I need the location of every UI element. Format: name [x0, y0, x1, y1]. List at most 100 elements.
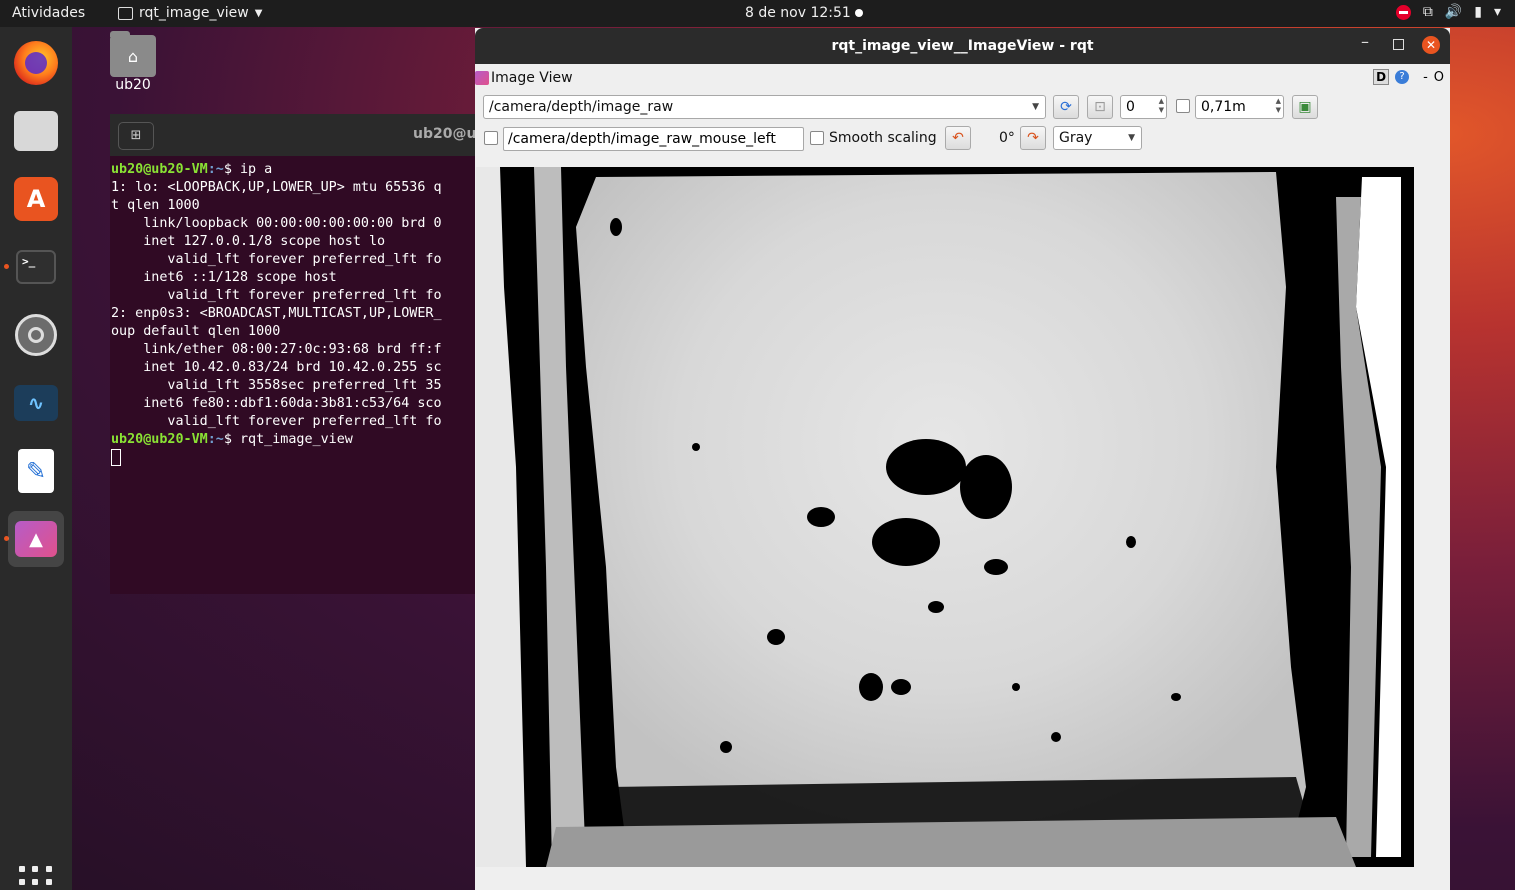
command-text: $ ip a: [223, 162, 273, 177]
output-line: 2: enp0s3: <BROADCAST,MULTICAST,UP,LOWER…: [111, 306, 442, 321]
top-bar: Atividades rqt_image_view ▼ 8 de nov 12:…: [0, 0, 1515, 27]
prompt-user: ub20@ub20-VM: [111, 432, 208, 447]
settings-icon: [15, 314, 57, 356]
output-line: inet 127.0.0.1/8 scope host lo: [111, 234, 386, 249]
system-tray[interactable]: ⧉ 🔊 ▮ ▾: [1395, 4, 1501, 20]
dock-files[interactable]: [8, 103, 64, 159]
app-menu-label: rqt_image_view: [139, 5, 249, 21]
publish-click-checkbox[interactable]: [484, 131, 498, 145]
rqt-window[interactable]: rqt_image_view__ImageView - rqt – ✕ Imag…: [475, 28, 1450, 890]
window-title: rqt_image_view__ImageView - rqt: [831, 38, 1094, 54]
terminal-icon: >_: [16, 250, 56, 284]
home-folder-icon[interactable]: ⌂ ub20: [108, 31, 158, 93]
close-button[interactable]: ✕: [1422, 36, 1440, 54]
mouse-topic-input[interactable]: /camera/depth/image_raw_mouse_left: [503, 127, 804, 151]
output-line: oup default qlen 1000: [111, 324, 281, 339]
plugin-dock-controls: D ? - O: [1373, 69, 1444, 85]
colormap-select[interactable]: Gray ▼: [1053, 126, 1142, 150]
dock-terminal[interactable]: >_: [8, 239, 64, 295]
show-apps-icon[interactable]: [19, 866, 53, 890]
text-editor-icon: ✎: [18, 449, 54, 493]
notification-dot: [855, 9, 863, 17]
depth-image-canvas: [476, 167, 1414, 867]
minimize-plugin-button[interactable]: -: [1423, 70, 1428, 85]
folder-icon: ⌂: [110, 31, 156, 77]
clock[interactable]: 8 de nov 12:51: [745, 5, 851, 21]
rotate-right-button[interactable]: ↷: [1020, 126, 1046, 150]
rotate-right-icon: ↷: [1027, 130, 1039, 146]
max-range-value: 0,71m: [1201, 99, 1246, 115]
output-line: link/loopback 00:00:00:00:00:00 brd 0: [111, 216, 442, 231]
network-icon[interactable]: ⧉: [1423, 4, 1433, 20]
terminal-title: ub20@ub: [413, 126, 476, 142]
dock-text-editor[interactable]: ✎: [8, 443, 64, 499]
output-line: inet6 fe80::dbf1:60da:3b81:c53/64 sco: [111, 396, 442, 411]
maximize-button[interactable]: [1393, 39, 1404, 50]
refresh-topics-button[interactable]: ⟳: [1053, 95, 1079, 119]
app-menu[interactable]: rqt_image_view ▼: [118, 5, 262, 21]
save-image-icon: ▣: [1298, 99, 1312, 115]
terminal-titlebar[interactable]: ⊞ ub20@ub: [110, 114, 476, 156]
frame-spinbox[interactable]: 0 ▲ ▼: [1120, 95, 1167, 119]
rotate-left-button[interactable]: ↶: [945, 126, 971, 150]
terminal-output[interactable]: ub20@ub20-VM:~$ ip a 1: lo: <LOOPBACK,UP…: [110, 156, 476, 469]
dock-firefox[interactable]: [8, 35, 64, 91]
activities-button[interactable]: Atividades: [12, 5, 85, 21]
error-icon[interactable]: [1395, 4, 1411, 20]
zoom-1-button[interactable]: ⊡: [1087, 95, 1113, 119]
help-icon[interactable]: ?: [1395, 70, 1410, 84]
frame-spinbox-value: 0: [1126, 99, 1135, 115]
output-line: inet6 ::1/128 scope host: [111, 270, 337, 285]
prompt-user: ub20@ub20-VM: [111, 162, 208, 177]
minimize-button[interactable]: –: [1361, 32, 1369, 51]
terminal-cursor: [111, 449, 121, 466]
spin-arrows-icon[interactable]: ▲ ▼: [1276, 97, 1281, 115]
plugin-title-label: Image View: [491, 70, 573, 86]
output-line: inet 10.42.0.83/24 brd 10.42.0.255 sc: [111, 360, 442, 375]
volume-icon[interactable]: 🔊: [1445, 4, 1462, 20]
refresh-icon: ⟳: [1060, 99, 1072, 115]
close-plugin-button[interactable]: O: [1434, 70, 1444, 85]
new-tab-button[interactable]: ⊞: [118, 122, 154, 150]
home-folder-label: ub20: [115, 77, 151, 93]
colormap-value: Gray: [1059, 130, 1093, 146]
output-line: 1: lo: <LOOPBACK,UP,LOWER_UP> mtu 65536 …: [111, 180, 442, 195]
smooth-scaling-checkbox[interactable]: [810, 131, 824, 145]
image-viewer-icon: ▲: [15, 521, 57, 557]
output-line: valid_lft forever preferred_lft fo: [111, 252, 442, 267]
chevron-down-icon: ▼: [254, 7, 263, 19]
image-view-icon: [475, 71, 489, 85]
output-line: valid_lft forever preferred_lft fo: [111, 414, 442, 429]
chevron-down-icon: ▼: [1032, 102, 1039, 112]
prompt-path: :~: [207, 432, 224, 447]
max-range-spinbox[interactable]: 0,71m ▲ ▼: [1195, 95, 1284, 119]
spin-arrows-icon[interactable]: ▲ ▼: [1159, 97, 1164, 115]
battery-icon[interactable]: ▮: [1474, 4, 1482, 20]
system-monitor-icon: ∿: [14, 385, 58, 421]
depth-image[interactable]: [476, 167, 1414, 867]
plugin-title: Image View: [475, 68, 573, 88]
chevron-down-icon: ▼: [1128, 133, 1135, 143]
save-image-button[interactable]: ▣: [1292, 95, 1318, 119]
dynamic-range-checkbox[interactable]: [1176, 99, 1190, 113]
firefox-icon: [14, 41, 58, 85]
zoom-icon: ⊡: [1094, 99, 1106, 115]
rotate-left-icon: ↶: [952, 130, 964, 146]
dock-d-button[interactable]: D: [1373, 69, 1390, 85]
dock-system-monitor[interactable]: ∿: [8, 375, 64, 431]
dock-settings[interactable]: [8, 307, 64, 363]
terminal-window[interactable]: ⊞ ub20@ub ub20@ub20-VM:~$ ip a 1: lo: <L…: [110, 114, 476, 594]
mouse-topic-value: /camera/depth/image_raw_mouse_left: [508, 131, 776, 147]
command-text: $ rqt_image_view: [223, 432, 353, 447]
smooth-scaling-label: Smooth scaling: [829, 130, 937, 146]
rotation-label: 0°: [999, 130, 1015, 146]
dock-software[interactable]: A: [8, 171, 64, 227]
chevron-down-icon[interactable]: ▾: [1494, 4, 1501, 20]
prompt-path: :~: [207, 162, 224, 177]
files-icon: [14, 111, 58, 151]
topic-select[interactable]: /camera/depth/image_raw ▼: [483, 95, 1046, 119]
dock-image-viewer[interactable]: ▲: [8, 511, 64, 567]
output-line: t qlen 1000: [111, 198, 200, 213]
rqt-titlebar[interactable]: rqt_image_view__ImageView - rqt – ✕: [475, 28, 1450, 64]
dock: A >_ ∿ ✎ ▲: [0, 27, 72, 890]
